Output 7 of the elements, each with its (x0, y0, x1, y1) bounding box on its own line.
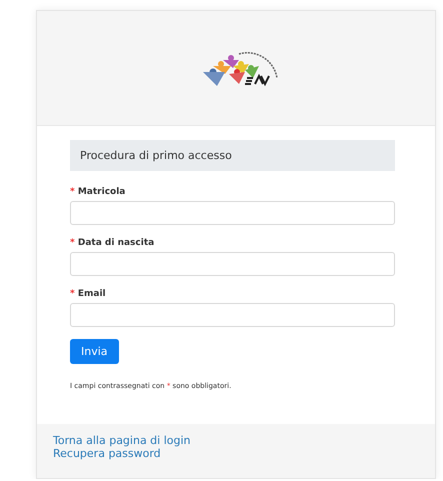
footer-link[interactable]: Torna alla pagina di login (53, 434, 191, 447)
section-title: Procedura di primo accesso (70, 140, 395, 171)
field-label: * Email (70, 289, 107, 299)
field-label: * Data di nascita (70, 238, 156, 248)
submit-button[interactable]: Invia (70, 339, 119, 364)
footer-link[interactable]: Recupera password (53, 447, 161, 460)
field-label: * Matricola (70, 187, 126, 197)
